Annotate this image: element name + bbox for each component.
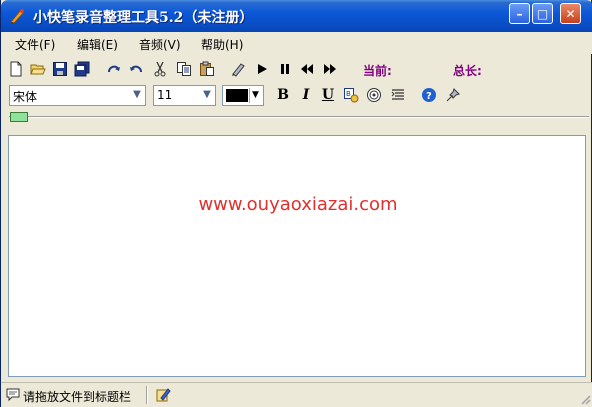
title-bar[interactable]: 小快笔录音整理工具5.2（未注册） – □ ✕ [1,0,592,32]
app-logo-icon [10,9,25,24]
bold-button[interactable]: B [274,86,292,104]
menu-audio[interactable]: 音频(V) [139,36,181,53]
font-size-select[interactable]: 11 ▼ [153,85,216,106]
menu-bar: 文件(F) 编辑(E) 音频(V) 帮助(H) [1,32,592,54]
total-length-label: 总长: [453,64,482,78]
fast-forward-icon[interactable] [321,60,339,78]
minimize-button[interactable]: – [509,3,530,24]
close-button[interactable]: ✕ [560,3,581,24]
paste-icon[interactable] [198,60,216,78]
undo-icon[interactable] [127,60,145,78]
svg-text:B: B [346,90,351,98]
color-swatch [226,89,248,102]
svg-text:?: ? [426,91,432,102]
app-window: 小快笔录音整理工具5.2（未注册） – □ ✕ 文件(F) 编辑(E) 音频(V… [0,0,592,407]
edit-note-icon[interactable] [155,387,171,403]
menu-file[interactable]: 文件(F) [15,36,55,53]
editor-content: www.ouyaoxiazai.com [198,194,398,215]
text-color-picker[interactable]: ▼ [222,85,264,106]
pin-icon[interactable] [444,86,462,104]
open-folder-icon[interactable] [29,60,47,78]
play-icon[interactable] [253,60,271,78]
cut-icon[interactable] [151,60,169,78]
status-bar: 请拖放文件到标题栏 [1,382,592,407]
playback-slider-thumb[interactable] [10,112,28,122]
menu-edit[interactable]: 编辑(E) [77,36,118,53]
chevron-down-icon: ▼ [203,89,211,100]
main-toolbar: 当前: 总长: [1,56,592,82]
rewind-icon[interactable] [298,60,316,78]
text-editor[interactable]: www.ouyaoxiazai.com [8,135,586,377]
font-style-icon[interactable]: B [342,86,360,104]
resize-grip-icon[interactable] [579,393,591,405]
save-all-icon[interactable] [73,60,91,78]
new-file-icon[interactable] [7,60,25,78]
status-divider [146,386,148,404]
speech-bubble-icon [6,388,20,402]
status-message: 请拖放文件到标题栏 [23,390,132,404]
help-icon[interactable]: ? [420,86,438,104]
paragraph-format-icon[interactable] [389,86,407,104]
maximize-button[interactable]: □ [532,3,553,24]
font-size-value: 11 [157,88,173,102]
pen-icon[interactable] [229,60,247,78]
copy-icon[interactable] [175,60,193,78]
pause-icon[interactable] [276,60,294,78]
current-position-label: 当前: [363,64,392,78]
format-toolbar: 宋体 ▼ 11 ▼ ▼ B I U B ? [1,82,592,108]
font-name-value: 宋体 [13,90,38,104]
italic-button[interactable]: I [297,86,315,104]
redo-icon[interactable] [105,60,123,78]
underline-button[interactable]: U [319,86,337,104]
window-title: 小快笔录音整理工具5.2（未注册） [33,10,254,26]
playback-slider-track[interactable] [9,116,589,118]
chevron-down-icon: ▼ [249,88,261,103]
font-name-select[interactable]: 宋体 ▼ [9,85,146,106]
save-icon[interactable] [51,60,69,78]
cd-audio-icon[interactable] [365,86,383,104]
menu-help[interactable]: 帮助(H) [201,36,243,53]
chevron-down-icon: ▼ [133,89,141,100]
